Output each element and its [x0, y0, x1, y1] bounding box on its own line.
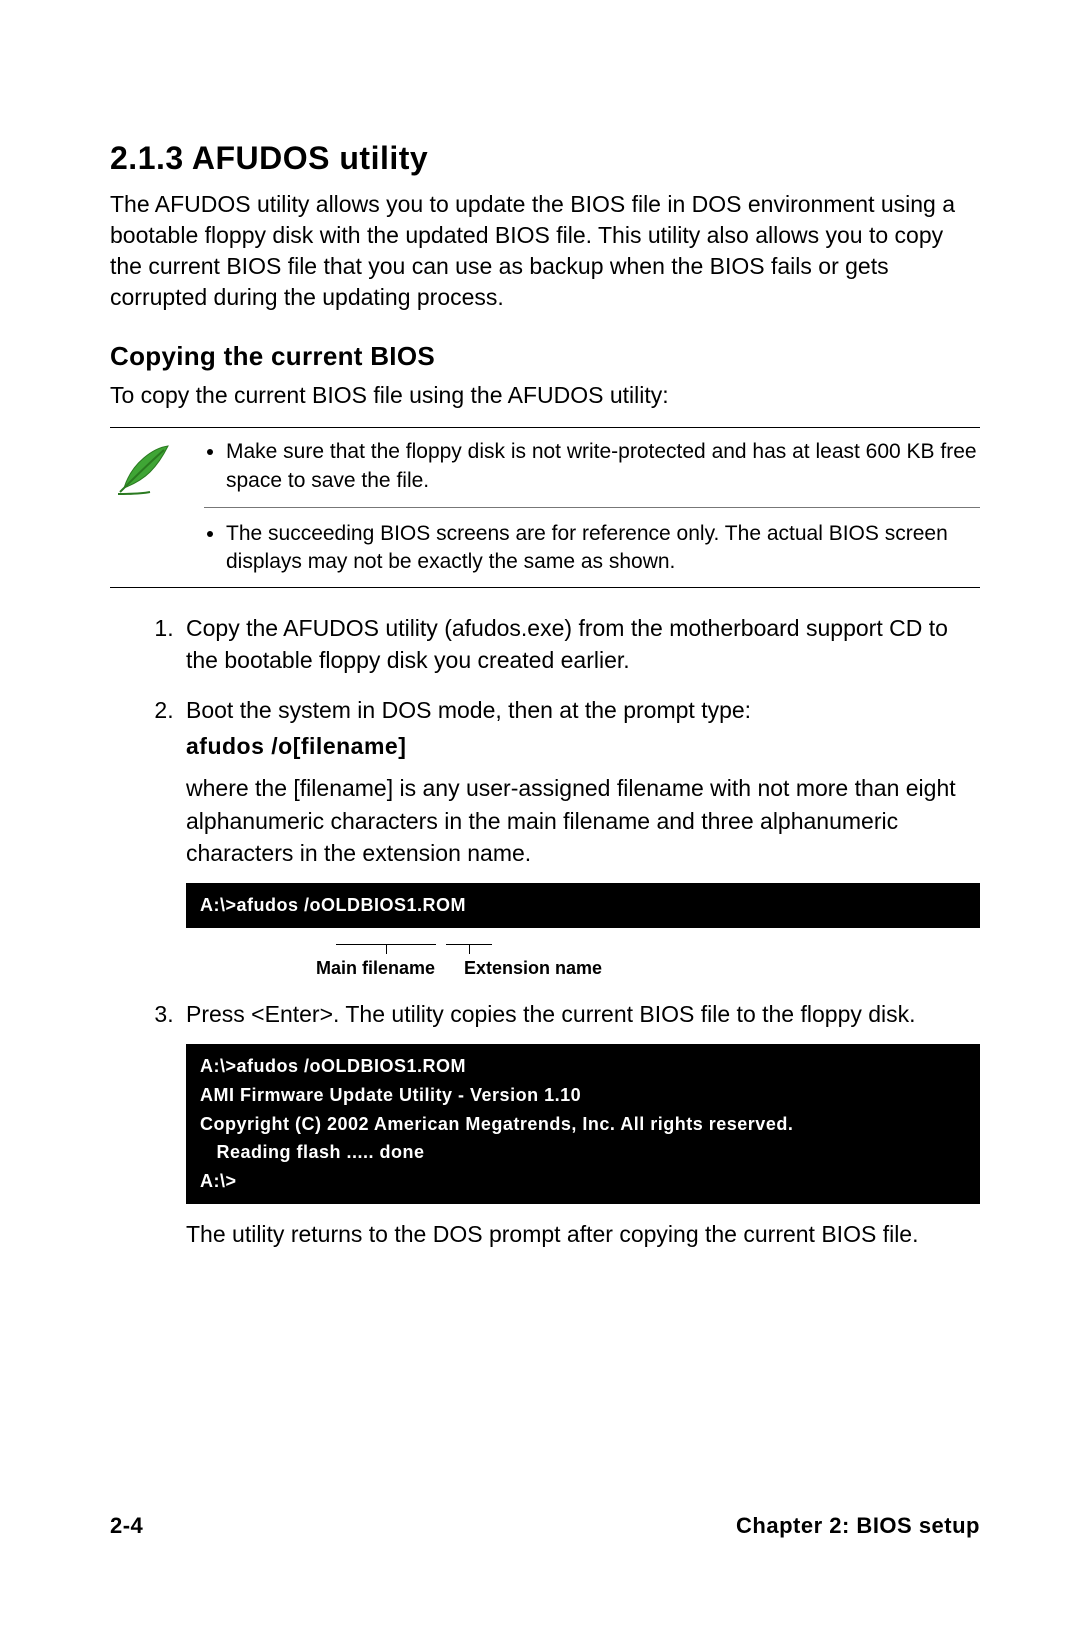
step-1: Copy the AFUDOS utility (afudos.exe) fro…	[180, 612, 980, 676]
terminal2-line2: AMI Firmware Update Utility - Version 1.…	[200, 1085, 581, 1105]
step-2-description: where the [filename] is any user-assigne…	[186, 772, 980, 869]
subsection-lead: To copy the current BIOS file using the …	[110, 380, 980, 411]
terminal-block-2: A:\>afudos /oOLDBIOS1.ROM AMI Firmware U…	[186, 1044, 980, 1204]
terminal-block-1: A:\>afudos /oOLDBIOS1.ROM	[186, 883, 980, 928]
step-3: Press <Enter>. The utility copies the cu…	[180, 998, 980, 1250]
terminal2-line1: A:\>afudos /oOLDBIOS1.ROM	[200, 1056, 466, 1076]
note-item-1: Make sure that the floppy disk is not wr…	[226, 438, 980, 495]
terminal2-line3: Copyright (C) 2002 American Megatrends, …	[200, 1114, 793, 1134]
subsection-heading: Copying the current BIOS	[110, 341, 980, 372]
note-item-2: The succeeding BIOS screens are for refe…	[226, 520, 980, 577]
terminal1-line: A:\>afudos /oOLDBIOS1.ROM	[200, 895, 466, 915]
label-extension-name: Extension name	[464, 956, 602, 981]
step-3-after: The utility returns to the DOS prompt af…	[186, 1218, 980, 1250]
document-page: 2.1.3 AFUDOS utility The AFUDOS utility …	[0, 0, 1080, 1627]
step-3-text: Press <Enter>. The utility copies the cu…	[186, 1001, 916, 1027]
step-2-text: Boot the system in DOS mode, then at the…	[186, 697, 751, 723]
quill-note-icon	[110, 438, 180, 498]
terminal2-line5: A:\>	[200, 1171, 237, 1191]
note-box: Make sure that the floppy disk is not wr…	[110, 427, 980, 587]
footer-chapter: Chapter 2: BIOS setup	[736, 1513, 980, 1539]
label-main-filename: Main filename	[316, 956, 435, 981]
terminal2-line4: Reading flash ..... done	[200, 1142, 425, 1162]
step-2-command: afudos /o[filename]	[186, 730, 980, 762]
section-heading: 2.1.3 AFUDOS utility	[110, 140, 980, 177]
section-intro-paragraph: The AFUDOS utility allows you to update …	[110, 189, 980, 313]
page-footer: 2-4 Chapter 2: BIOS setup	[110, 1513, 980, 1539]
note-content: Make sure that the floppy disk is not wr…	[204, 438, 980, 576]
filename-bracket-labels: Main filename Extension name	[186, 934, 980, 980]
note-separator	[204, 507, 980, 508]
step-1-text: Copy the AFUDOS utility (afudos.exe) fro…	[186, 615, 948, 673]
steps-list: Copy the AFUDOS utility (afudos.exe) fro…	[110, 612, 980, 1250]
footer-page-number: 2-4	[110, 1513, 143, 1539]
step-2: Boot the system in DOS mode, then at the…	[180, 694, 980, 980]
